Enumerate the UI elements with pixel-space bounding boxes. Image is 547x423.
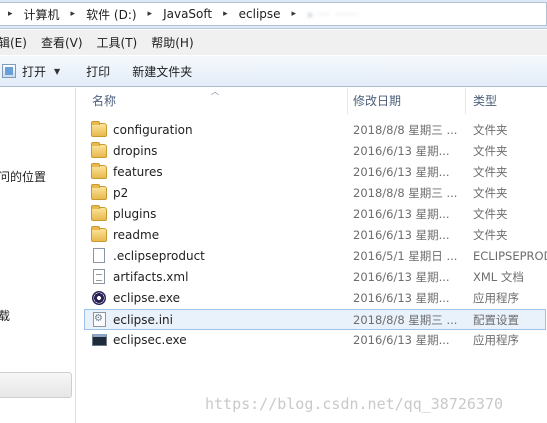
menu-bar: 辑(E) 查看(V) 工具(T) 帮助(H)	[0, 30, 547, 55]
file-type: 配置设置	[473, 313, 519, 327]
file-row[interactable]: .eclipseproduct 2016/5/1 星期日 ... ECLIPSEPR…	[85, 246, 547, 267]
file-name: eclipse.ini	[113, 313, 173, 327]
print-button[interactable]: 打印	[78, 59, 118, 83]
breadcrumb-drive-d[interactable]: 软件 (D:)	[81, 3, 141, 25]
file-name: configuration	[113, 123, 193, 137]
xml-file-icon	[93, 269, 105, 284]
file-name: eclipsec.exe	[113, 333, 187, 347]
chevron-right-icon[interactable]: ▸	[65, 9, 82, 19]
address-bar-container: ▸ 计算机 ▸ 软件 (D:) ▸ JavaSoft ▸ eclipse ▸ ▸…	[0, 0, 547, 29]
open-button-label: 打开	[22, 64, 47, 79]
chevron-right-icon[interactable]: ▸	[286, 9, 303, 19]
new-folder-button[interactable]: 新建文件夹	[124, 59, 200, 83]
folder-icon	[91, 226, 107, 242]
navigation-pane: 问的位置 载	[0, 88, 76, 423]
file-row[interactable]: eclipsec.exe 2016/6/13 星期... 应用程序	[85, 330, 547, 351]
file-modified-date: 2016/6/13 星期...	[353, 291, 450, 305]
file-type: 文件夹	[473, 228, 508, 242]
chevron-right-icon[interactable]: ▸	[217, 9, 234, 19]
file-row[interactable]: readme 2016/6/13 星期... 文件夹	[85, 225, 547, 246]
file-modified-date: 2018/8/8 星期三 ...	[353, 313, 458, 327]
file-type: 文件夹	[473, 144, 508, 158]
file-name: features	[113, 165, 163, 179]
menu-edit[interactable]: 辑(E)	[0, 34, 37, 51]
column-header-row: ︿ 名称 修改日期 类型	[77, 88, 547, 114]
file-row[interactable]: p2 2018/8/8 星期三 ... 文件夹	[85, 183, 547, 204]
nav-item-downloads[interactable]: 载	[0, 307, 10, 324]
file-modified-date: 2016/6/13 星期...	[353, 333, 450, 347]
watermark-text: https://blog.csdn.net/qq_38726370	[205, 395, 504, 413]
breadcrumb-eclipse[interactable]: eclipse	[234, 3, 286, 25]
file-modified-date: 2016/5/1 星期日 ...	[353, 249, 458, 263]
nav-selected-item[interactable]	[0, 372, 72, 398]
menu-view[interactable]: 查看(V)	[41, 34, 93, 51]
column-header-type[interactable]: 类型	[473, 88, 497, 114]
file-row[interactable]: configuration 2018/8/8 星期三 ... 文件夹	[85, 120, 547, 141]
file-name: dropins	[113, 144, 158, 158]
file-type: XML 文档	[473, 270, 524, 284]
file-modified-date: 2016/6/13 星期...	[353, 228, 450, 242]
file-row[interactable]: artifacts.xml 2016/6/13 星期... XML 文档	[85, 267, 547, 288]
eclipse-app-icon	[92, 291, 106, 305]
file-name: plugins	[113, 207, 157, 221]
file-row[interactable]: eclipse.ini 2018/8/8 星期三 ... 配置设置	[84, 309, 546, 330]
column-header-date[interactable]: 修改日期	[353, 88, 401, 114]
file-name: artifacts.xml	[113, 270, 189, 284]
console-app-icon	[92, 334, 107, 346]
file-type: 应用程序	[473, 291, 519, 305]
open-button[interactable]: 打开 ▼	[0, 59, 68, 83]
file-type: 文件夹	[473, 186, 508, 200]
folder-icon	[91, 163, 107, 179]
column-header-name[interactable]: 名称	[92, 88, 116, 114]
file-name: readme	[113, 228, 160, 242]
folder-icon	[91, 121, 107, 137]
file-row[interactable]: eclipse.exe 2016/6/13 星期... 应用程序	[85, 288, 547, 309]
file-modified-date: 2018/8/8 星期三 ...	[353, 123, 458, 137]
column-divider[interactable]	[347, 88, 348, 114]
file-modified-date: 2016/6/13 星期...	[353, 165, 450, 179]
file-type: 文件夹	[473, 207, 508, 221]
file-icon	[93, 248, 105, 263]
folder-icon	[91, 184, 107, 200]
file-name: .eclipseproduct	[113, 249, 205, 263]
chevron-down-icon[interactable]: ▼	[54, 67, 60, 76]
folder-icon	[91, 205, 107, 221]
file-name: p2	[113, 186, 129, 200]
file-type: 文件夹	[473, 123, 508, 137]
address-bar[interactable]: ▸ 计算机 ▸ 软件 (D:) ▸ JavaSoft ▸ eclipse ▸ ▸…	[0, 2, 547, 26]
file-row[interactable]: features 2016/6/13 星期... 文件夹	[85, 162, 547, 183]
chevron-right-icon[interactable]: ▸	[0, 9, 19, 19]
file-row[interactable]: dropins 2016/6/13 星期... 文件夹	[85, 141, 547, 162]
open-icon	[2, 64, 16, 78]
file-type: 应用程序	[473, 333, 519, 347]
file-modified-date: 2018/8/8 星期三 ...	[353, 186, 458, 200]
file-modified-date: 2016/6/13 星期...	[353, 270, 450, 284]
file-modified-date: 2016/6/13 星期...	[353, 144, 450, 158]
file-type: ECLIPSEPRODUCT	[473, 249, 547, 263]
column-divider[interactable]	[465, 88, 466, 114]
file-name: eclipse.exe	[113, 291, 181, 305]
menu-help[interactable]: 帮助(H)	[151, 34, 203, 51]
config-file-icon	[93, 312, 106, 327]
file-list: ︿ 名称 修改日期 类型 configuration 2018/8/8 星期三 .…	[77, 88, 547, 423]
command-toolbar: 打开 ▼ 打印 新建文件夹	[0, 55, 547, 87]
file-modified-date: 2016/6/13 星期...	[353, 207, 450, 221]
blurred-address-text: ▸ ···· ·······	[308, 7, 360, 21]
new-folder-button-label: 新建文件夹	[132, 64, 193, 79]
breadcrumb-computer[interactable]: 计算机	[19, 3, 65, 25]
print-button-label: 打印	[86, 64, 111, 79]
sort-ascending-icon: ︿	[211, 88, 219, 96]
file-type: 文件夹	[473, 165, 508, 179]
nav-item-recent-places[interactable]: 问的位置	[0, 168, 46, 185]
breadcrumb-javasoft[interactable]: JavaSoft	[158, 3, 217, 25]
folder-icon	[91, 142, 107, 158]
file-row[interactable]: plugins 2016/6/13 星期... 文件夹	[85, 204, 547, 225]
chevron-right-icon[interactable]: ▸	[142, 9, 159, 19]
menu-tools[interactable]: 工具(T)	[97, 34, 148, 51]
